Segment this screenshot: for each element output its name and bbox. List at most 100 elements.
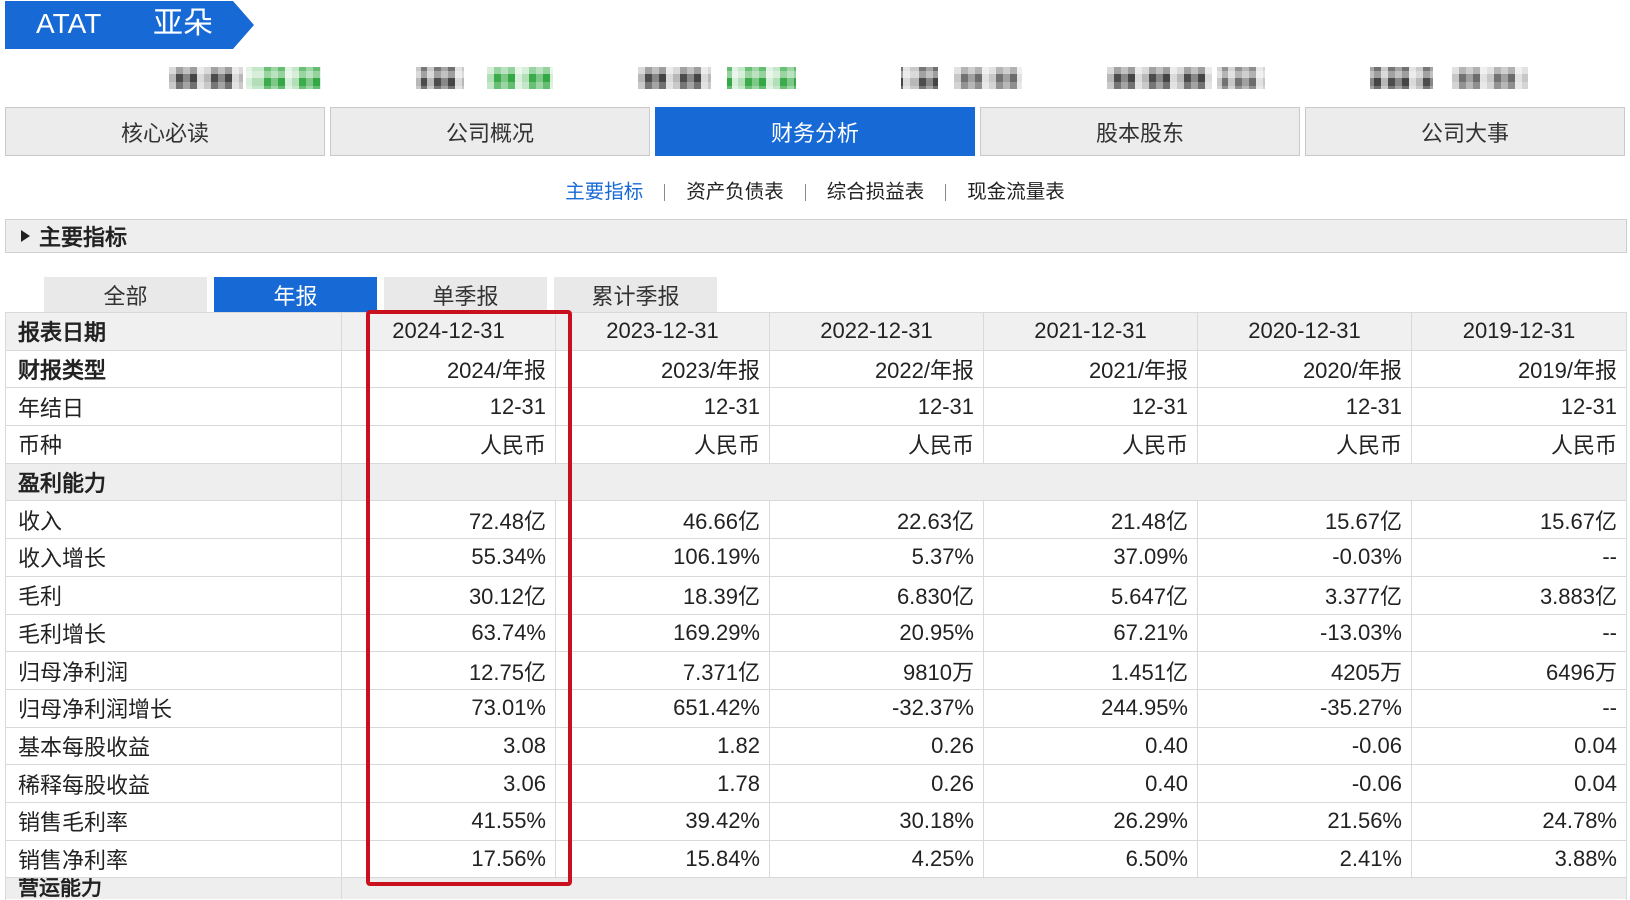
report-tab-cumulative-quarter[interactable]: 累计季报 xyxy=(554,277,717,312)
value-cell: 63.74% xyxy=(342,614,556,652)
column-date-header: 2021-12-31 xyxy=(984,313,1198,350)
value-cell: 12-31 xyxy=(342,388,556,426)
section-header-key-indicators[interactable]: 主要指标 xyxy=(5,219,1627,253)
section-label-cell: 营运能力 xyxy=(6,878,342,900)
value-cell: 21.48亿 xyxy=(984,501,1198,539)
column-date-header: 2024-12-31 xyxy=(342,313,556,350)
main-tab-share-capital[interactable]: 股本股东 xyxy=(980,107,1300,156)
value-cell: 20.95% xyxy=(770,614,984,652)
column-date-header: 2023-12-31 xyxy=(556,313,770,350)
value-cell: -- xyxy=(1602,695,1617,721)
blurred-stat xyxy=(416,67,553,89)
report-tab-annual[interactable]: 年报 xyxy=(214,277,377,312)
table-row: 币种 人民币 人民币 人民币 人民币 人民币 人民币 xyxy=(6,426,1626,464)
table-section-row: 营运能力 xyxy=(6,878,1626,900)
value-cell: 6.830亿 xyxy=(770,576,984,614)
subnav-balance-sheet[interactable]: 资产负债表 xyxy=(686,181,784,204)
value-cell: 1.78 xyxy=(556,765,770,802)
value-cell: -0.06 xyxy=(1198,727,1412,765)
section-fill-cell xyxy=(342,878,1626,899)
blurred-stat-label xyxy=(169,67,243,89)
value-cell: 0.40 xyxy=(984,765,1198,802)
section-label-cell: 盈利能力 xyxy=(6,463,342,501)
value-cell: 22.63亿 xyxy=(770,501,984,539)
table-row: 收入 72.48亿 46.66亿 22.63亿 21.48亿 15.67亿 15.67亿 xyxy=(6,501,1626,540)
value-cell: 3.08 xyxy=(342,727,556,765)
value-cell: 67.21% xyxy=(984,614,1198,652)
value-cell: 15.84% xyxy=(556,840,770,878)
blurred-stat xyxy=(638,67,796,89)
value-cell: 37.09% xyxy=(984,539,1198,576)
value-cell: 41.55% xyxy=(342,802,556,840)
row-label-cell: 毛利增长 xyxy=(6,614,342,652)
header-label-cell: 报表日期 xyxy=(6,313,342,350)
value-cell: 12.75亿 xyxy=(342,652,556,689)
value-cell: 106.19% xyxy=(556,539,770,576)
value-cell: 人民币 xyxy=(770,426,984,463)
row-label-cell: 基本每股收益 xyxy=(6,727,342,765)
value-cell: 0.04 xyxy=(1574,732,1617,758)
value-cell: 人民币 xyxy=(342,426,556,463)
value-cell: 0.26 xyxy=(770,727,984,765)
value-cell: 30.12亿 xyxy=(342,576,556,614)
value-cell: 3.06 xyxy=(342,765,556,802)
value-cell: 0.04 xyxy=(1574,770,1617,796)
subnav-income-statement[interactable]: 综合损益表 xyxy=(827,181,925,204)
table-row: 毛利增长 63.74% 169.29% 20.95% 67.21% -13.03% -- xyxy=(6,614,1626,653)
value-cell: 人民币 xyxy=(1550,433,1617,459)
row-label-cell: 归母净利润增长 xyxy=(6,689,342,727)
report-tab-all[interactable]: 全部 xyxy=(44,277,207,312)
subnav-key-indicators[interactable]: 主要指标 xyxy=(565,181,643,204)
main-tab-company-overview[interactable]: 公司概况 xyxy=(330,107,650,156)
blurred-stat-value xyxy=(727,67,796,89)
value-cell: 17.56% xyxy=(342,840,556,878)
value-cell: 6496万 xyxy=(1546,659,1617,685)
value-cell: 15.67亿 xyxy=(1539,508,1617,534)
value-cell: 21.56% xyxy=(1198,802,1412,840)
section-title: 主要指标 xyxy=(39,225,128,250)
blurred-stat-value xyxy=(1217,67,1265,89)
table-header-row: 报表日期 2024-12-31 2023-12-31 2022-12-31 2021-1… xyxy=(6,313,1626,351)
value-cell: 46.66亿 xyxy=(556,501,770,539)
main-tab-bar: 核心必读 公司概况 财务分析 股本股东 公司大事 xyxy=(5,107,1625,156)
value-cell: -13.03% xyxy=(1198,614,1412,652)
value-cell: 2023/年报 xyxy=(556,350,770,388)
nav-separator xyxy=(945,184,947,201)
value-cell: 1.451亿 xyxy=(984,652,1198,689)
value-cell: 0.40 xyxy=(984,727,1198,765)
blurred-stat-value xyxy=(954,67,1022,89)
table-row: 年结日 12-31 12-31 12-31 12-31 12-31 12-31 xyxy=(6,388,1626,427)
value-cell: -35.27% xyxy=(1198,689,1412,727)
report-tab-single-quarter[interactable]: 单季报 xyxy=(384,277,547,312)
value-cell: 12-31 xyxy=(770,388,984,426)
main-tab-core-reading[interactable]: 核心必读 xyxy=(5,107,325,156)
column-date-header: 2022-12-31 xyxy=(770,313,984,350)
value-cell: -- xyxy=(1602,544,1617,570)
row-label-cell: 年结日 xyxy=(6,388,342,426)
value-cell: -32.37% xyxy=(770,689,984,727)
table-row: 销售净利率 17.56% 15.84% 4.25% 6.50% 2.41% 3.88% xyxy=(6,840,1626,879)
main-tab-financial-analysis[interactable]: 财务分析 xyxy=(655,107,975,156)
row-label-cell: 稀释每股收益 xyxy=(6,765,342,802)
row-label-cell: 毛利 xyxy=(6,576,342,614)
main-tab-company-events[interactable]: 公司大事 xyxy=(1305,107,1625,156)
table-section-row: 盈利能力 xyxy=(6,463,1626,502)
row-label-cell: 币种 xyxy=(6,426,342,463)
value-cell: -0.06 xyxy=(1198,765,1412,802)
company-name: 亚朵 xyxy=(153,7,213,40)
value-cell: 30.18% xyxy=(770,802,984,840)
value-cell: 2020/年报 xyxy=(1198,350,1412,388)
blurred-stat-label xyxy=(1370,67,1433,89)
table-row: 稀释每股收益 3.06 1.78 0.26 0.40 -0.06 0.04 xyxy=(6,765,1626,803)
value-cell: 72.48亿 xyxy=(342,501,556,539)
value-cell: 人民币 xyxy=(984,426,1198,463)
caret-right-icon[interactable] xyxy=(21,230,30,242)
table-row: 毛利 30.12亿 18.39亿 6.830亿 5.647亿 3.377亿 3.883亿 xyxy=(6,576,1626,615)
value-cell: 12-31 xyxy=(1198,388,1412,426)
value-cell: 12-31 xyxy=(556,388,770,426)
blurred-stat-value xyxy=(1452,67,1528,89)
subnav-cash-flow[interactable]: 现金流量表 xyxy=(967,181,1065,204)
value-cell: 5.37% xyxy=(770,539,984,576)
value-cell: 3.377亿 xyxy=(1198,576,1412,614)
value-cell: 2021/年报 xyxy=(984,350,1198,388)
